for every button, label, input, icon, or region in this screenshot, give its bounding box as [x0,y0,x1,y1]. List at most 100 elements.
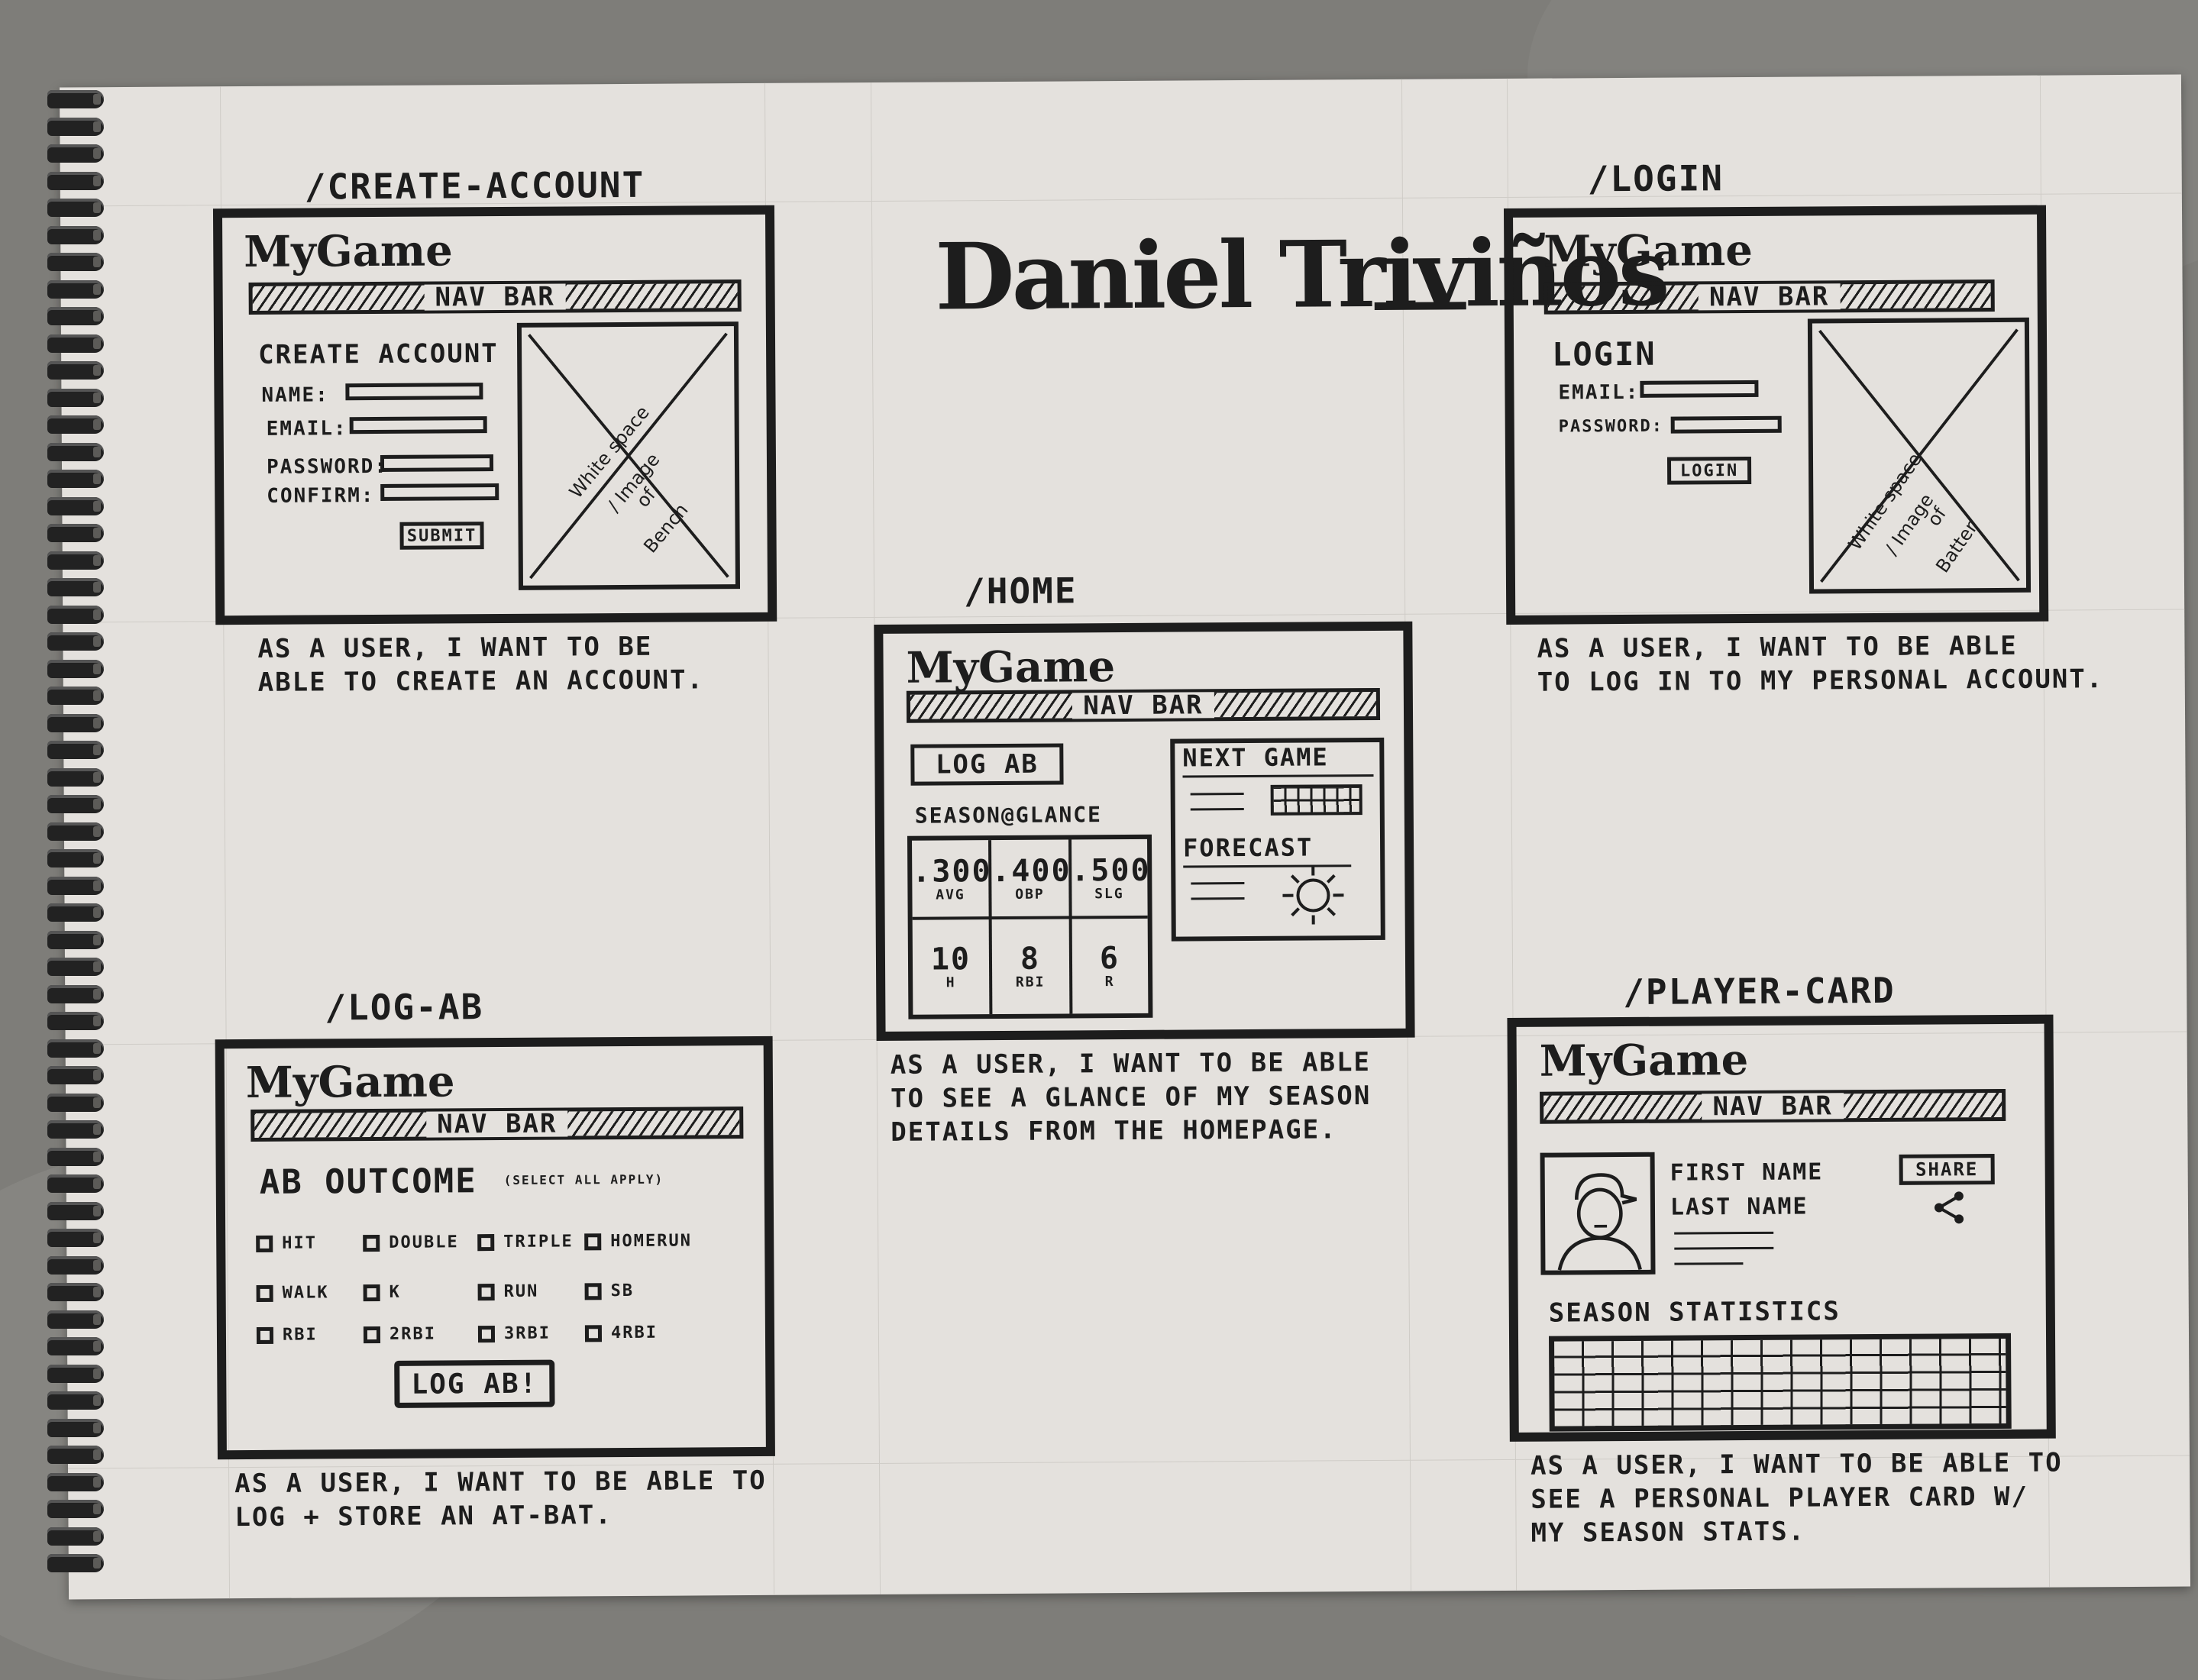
select-all-apply-note: (select all apply) [504,1172,664,1187]
stat-rbi: 8RBI [992,942,1068,990]
last-name-label: Last Name [1670,1194,1809,1221]
title-underline [1375,302,1466,310]
confirm-label: Confirm: [267,484,374,508]
next-game-heading: Next Game [1182,742,1329,772]
checkbox-label: 4RBI [611,1323,658,1342]
next-game-card[interactable]: Next Game Forecast [1170,738,1385,942]
route-player-card: /player-card [1623,970,1896,1013]
route-login: /login [1588,157,1724,199]
checkbox-hit[interactable] [256,1236,273,1252]
password-field[interactable] [1671,416,1782,434]
binding-hole [93,1016,101,1026]
email-field[interactable] [1640,380,1758,398]
story-line: As a user, I want to be able [1537,628,2103,666]
sun-icon [1275,864,1351,926]
checkbox-label: SB [611,1281,635,1300]
batter-image-placeholder: White space / Image of Batter [1808,318,2031,594]
email-label: Email: [267,417,347,441]
checkbox-k[interactable] [364,1284,380,1301]
image-cross-icon [522,326,735,586]
binding-hole [93,664,101,674]
checkbox-sb[interactable] [585,1283,602,1300]
nav-bar[interactable]: Nav Bar [1544,279,1995,315]
log-ab-button[interactable]: Log AB [910,743,1063,785]
binding-hole [93,230,101,241]
binding-hole [93,1206,101,1216]
checkbox-label: Run [504,1282,539,1301]
binding-hole [93,94,101,105]
stat-h: 10H [913,943,989,991]
binding-hole [93,582,101,593]
log-ab-wireframe: MyGame Nav Bar AB Outcome (select all ap… [215,1036,775,1459]
nav-bar[interactable]: Nav Bar [251,1107,743,1142]
binding-hole [93,1287,101,1297]
checkbox-2rbi[interactable] [364,1326,380,1343]
checkbox-4rbi[interactable] [585,1325,602,1342]
nav-bar[interactable]: Nav Bar [249,279,742,315]
story-line: see a personal player card w/ [1531,1480,2063,1517]
binding-hole [93,989,101,1000]
binding-hole [93,1368,101,1379]
checkbox-label: Triple [503,1232,574,1252]
schedule-grid-icon [1271,784,1362,816]
binding-hole [93,257,101,267]
checkbox-label: 3RBI [504,1324,551,1343]
user-story-log-ab: As a user, I want to be able to log + st… [234,1464,767,1534]
binding-hole [93,772,101,783]
password-label: Password: [267,455,388,479]
name-label: Name: [261,383,328,407]
binding-hole [93,1233,101,1243]
submit-button[interactable]: Submit [399,522,483,550]
password-field[interactable] [380,454,493,472]
season-statistics-table [1549,1333,2012,1432]
confirm-field[interactable] [380,483,499,501]
email-label: Email: [1558,381,1639,405]
stat-avg: .300AVG [912,855,988,903]
binding-hole [93,555,101,566]
email-field[interactable] [350,416,487,434]
binding-hole [93,718,101,729]
binding-hole [93,393,101,403]
brand-logo: MyGame [1540,1035,1749,1087]
binding-hole [93,636,101,647]
create-account-heading: Create Account [258,338,499,370]
story-line: to log in to my personal account. [1537,662,2104,699]
checkbox-double[interactable] [363,1235,380,1252]
nav-bar[interactable]: Nav Bar [1540,1089,2006,1124]
share-icon[interactable] [1930,1188,1968,1226]
log-ab-submit-button[interactable]: Log AB! [394,1360,554,1408]
story-line: to see a glance of my season [891,1079,1371,1116]
season-stats-grid: .300AVG .400OBP .500SLG 10H 8RBI 6R [907,835,1152,1019]
brand-logo: MyGame [1543,225,1753,277]
checkbox-rbi[interactable] [257,1327,273,1344]
binding-hole [93,148,101,159]
checkbox-walk[interactable] [257,1285,273,1302]
avatar [1540,1152,1656,1275]
story-line: As a user, I want to be able [891,1045,1371,1082]
binding-hole [93,853,101,864]
binding-hole [93,1097,101,1108]
binding-hole [93,1043,101,1054]
first-name-label: First Name [1670,1158,1824,1186]
create-account-wireframe: MyGame Nav Bar Create Account Name: Emai… [213,205,777,625]
binding-hole [93,1152,101,1162]
name-field[interactable] [345,383,483,400]
nav-bar[interactable]: Nav Bar [907,688,1380,723]
nav-bar-label: Nav Bar [1072,692,1214,719]
checkbox-3rbi[interactable] [478,1326,495,1342]
checkbox-homerun[interactable] [584,1233,601,1250]
binding-hole [93,1178,101,1189]
checkbox-run[interactable] [478,1284,495,1300]
login-button[interactable]: Login [1667,457,1751,485]
nav-bar-label: Nav Bar [1699,283,1841,310]
checkbox-label: K [389,1283,401,1302]
share-button[interactable]: Share [1899,1154,1995,1185]
binding-hole [93,907,101,918]
binding-hole [93,1449,101,1460]
binding-hole [93,1477,101,1488]
stat-obp: .400OBP [991,855,1068,903]
checkbox-label: Walk [283,1283,329,1302]
binding-hole [93,1395,101,1406]
binding-hole [93,1124,101,1135]
checkbox-triple[interactable] [477,1234,494,1251]
